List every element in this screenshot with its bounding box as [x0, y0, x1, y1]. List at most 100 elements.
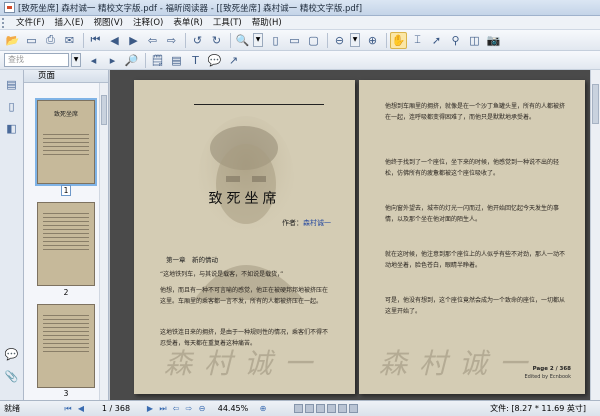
select-text-icon[interactable]: ⌶ [409, 32, 426, 49]
email-icon[interactable]: ✉ [61, 32, 78, 49]
thumbnail-number: 3 [63, 389, 69, 398]
back-icon[interactable]: ⇦ [144, 32, 161, 49]
save-icon[interactable]: ▭ [23, 32, 40, 49]
menu-insert[interactable]: 插入(E) [50, 16, 89, 30]
scrollbar-thumb[interactable] [101, 95, 107, 125]
pdf-page-right: 他想到车厢里的拥挤，就像是在一个沙丁鱼罐头里，所有的人都被挤在一起，连呼吸都变得… [359, 80, 585, 394]
zoom-out-icon[interactable]: ⊖ [331, 32, 348, 49]
menu-grip [2, 17, 7, 28]
next-page-icon[interactable]: ▶ [144, 403, 156, 415]
page-number: Page 2 / 368 [532, 366, 571, 372]
prev-page-icon[interactable]: ◀ [75, 403, 87, 415]
menu-comment[interactable]: 注释(O) [128, 16, 168, 30]
zoom-dropdown[interactable]: ▼ [253, 33, 263, 47]
last-page-icon[interactable]: ⏭ [157, 403, 169, 415]
comments-panel-icon[interactable]: 💬 [4, 346, 20, 362]
menu-help[interactable]: 帮助(H) [247, 16, 287, 30]
highlight-icon[interactable]: ▤ [168, 52, 185, 69]
toolbar-separator [386, 32, 387, 48]
toolbar-separator [327, 32, 328, 48]
secondary-toolbar: 查找 ▼ ◂ ▸ 🔎 🗒 ▤ T 💬 ↗ [0, 51, 600, 70]
first-page-icon[interactable]: ⏮ [87, 32, 104, 49]
binoculars-icon[interactable]: ⚲ [447, 32, 464, 49]
thumbnail-page-1[interactable]: 致死坐席 [35, 98, 97, 186]
layers-panel-icon[interactable]: ◧ [4, 120, 20, 136]
fit-width-icon[interactable]: ▭ [286, 32, 303, 49]
fit-page-icon[interactable]: ▯ [267, 32, 284, 49]
toolbar-separator [145, 52, 146, 68]
first-page-icon[interactable]: ⏮ [62, 403, 74, 415]
zoom-plus-icon[interactable]: ⊕ [364, 32, 381, 49]
toolbar-separator [83, 32, 84, 48]
menu-tools[interactable]: 工具(T) [208, 16, 247, 30]
panel-title: 页面 [24, 70, 108, 83]
thumbnail-panel: 页面 致死坐席 1 2 3 [24, 70, 109, 400]
find-prev-icon[interactable]: ◂ [85, 52, 102, 69]
pages-panel-icon[interactable]: ▤ [4, 76, 20, 92]
print-icon[interactable]: ⎙ [42, 32, 59, 49]
search-icon[interactable]: 🔎 [123, 52, 140, 69]
thumbnail-page-3[interactable] [37, 304, 95, 388]
zoom-level[interactable]: 44.45% [209, 404, 257, 413]
hand-tool-icon[interactable]: ✋ [390, 31, 407, 49]
note-icon[interactable]: 🗒 [149, 52, 166, 69]
cover-view-icon[interactable] [338, 404, 347, 413]
back-icon[interactable]: ⇦ [170, 403, 182, 415]
forward-icon[interactable]: ⇨ [163, 32, 180, 49]
arrow-tool-icon[interactable]: ↗ [225, 52, 242, 69]
document-scrollbar[interactable] [590, 70, 600, 400]
author-label: 作者： [282, 219, 303, 227]
page-indicator[interactable]: 1 / 368 [88, 403, 144, 415]
thumbnail-title: 致死坐席 [53, 111, 78, 118]
header-rule [194, 104, 324, 105]
next-page-icon[interactable]: ▶ [125, 32, 142, 49]
window-title: [致死坐席] 森村诚一 精校文字版.pdf - 福昕阅读器 - [[致死坐席] … [18, 3, 363, 14]
attachments-panel-icon[interactable]: 📎 [4, 368, 20, 384]
document-view[interactable]: 致死坐席 作者：森村诚一 第一章 新的情动 “这地铁列车，与其说是载客，不如说是… [110, 70, 590, 400]
menu-view[interactable]: 视图(V) [89, 16, 128, 30]
typewriter-icon[interactable]: T [187, 52, 204, 69]
menu-file[interactable]: 文件(F) [11, 16, 50, 30]
camera-icon[interactable]: 📷 [485, 32, 502, 49]
zoom-in-icon[interactable]: 🔍 [234, 32, 251, 49]
status-text: 就绪 [4, 404, 20, 413]
rotate-left-icon[interactable]: ↺ [189, 32, 206, 49]
facing-icon[interactable] [316, 404, 325, 413]
zoom-in-icon[interactable]: ⊕ [257, 403, 269, 415]
title-bar: [致死坐席] 森村诚一 精校文字版.pdf - 福昕阅读器 - [[致死坐席] … [0, 0, 600, 16]
open-folder-icon[interactable]: 📂 [4, 32, 21, 49]
forward-icon[interactable]: ⇨ [183, 403, 195, 415]
search-input[interactable]: 查找 [4, 53, 69, 67]
status-bar: 就绪 ⏮ ◀ 1 / 368 ▶ ⏭ ⇦ ⇨ ⊖ 44.45% ⊕ 文件: [8… [0, 400, 600, 416]
toolbar-separator [230, 32, 231, 48]
single-page-icon[interactable] [294, 404, 303, 413]
thumbnail-scrollbar[interactable] [99, 83, 108, 400]
split-view-icon[interactable] [349, 404, 358, 413]
paragraph: “这地铁列车，与其说是载客，不如说是载货，” [160, 271, 284, 278]
rotate-right-icon[interactable]: ↻ [208, 32, 225, 49]
zoom-out-icon[interactable]: ⊖ [196, 403, 208, 415]
continuous-icon[interactable] [305, 404, 314, 413]
app-icon [4, 2, 15, 13]
prev-page-icon[interactable]: ◀ [106, 32, 123, 49]
select-tool-icon[interactable]: ➚ [428, 32, 445, 49]
chapter-heading: 第一章 新的情动 [166, 256, 218, 264]
paragraph: 就在这时候，他注意到那个座位上的人似乎有些不对劲，那人一动不动地坐着，脸色苍白，… [385, 251, 566, 269]
comment-icon[interactable]: 💬 [206, 52, 223, 69]
thumbnail-page-2[interactable] [37, 202, 95, 286]
snapshot-icon[interactable]: ◫ [466, 32, 483, 49]
find-next-icon[interactable]: ▸ [104, 52, 121, 69]
watermark: 森村诚一 [164, 347, 325, 380]
menu-form[interactable]: 表单(R) [168, 16, 208, 30]
actual-size-icon[interactable]: ▢ [305, 32, 322, 49]
book-title: 致死坐席 [208, 191, 281, 207]
search-dropdown[interactable]: ▼ [71, 53, 81, 67]
menu-bar: 文件(F) 插入(E) 视图(V) 注释(O) 表单(R) 工具(T) 帮助(H… [0, 16, 600, 30]
bookmarks-panel-icon[interactable]: ▯ [4, 98, 20, 114]
author-line: 作者：森村诚一 [282, 218, 331, 228]
main-toolbar: 📂 ▭ ⎙ ✉ ⏮ ◀ ▶ ⇦ ⇨ ↺ ↻ 🔍 ▼ ▯ ▭ ▢ ⊖ ▼ ⊕ ✋ … [0, 30, 600, 51]
zoom-out-dropdown[interactable]: ▼ [350, 33, 360, 47]
continuous-facing-icon[interactable] [327, 404, 336, 413]
scrollbar-thumb[interactable] [592, 84, 599, 124]
author-link[interactable]: 森村诚一 [303, 219, 331, 227]
